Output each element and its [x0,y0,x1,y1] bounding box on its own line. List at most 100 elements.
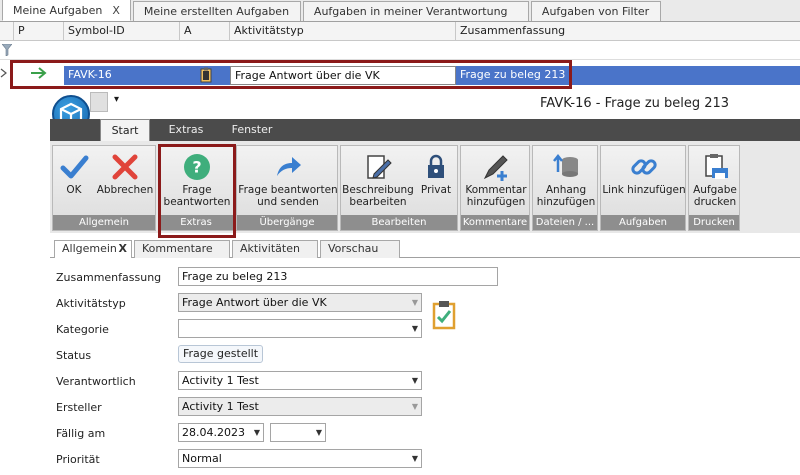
edit-description-button[interactable]: Beschreibung bearbeiten [342,148,414,218]
tab-label: Meine erstellten Aufgaben [143,5,290,18]
chain-link-icon [631,159,657,175]
group-label: Aufgaben [601,215,685,230]
group-label: Dateien / ... [533,215,597,230]
row-indicator-icon [0,66,10,85]
cell-a[interactable] [180,66,230,85]
cell-symbol-id[interactable]: FAVK-16 [64,66,180,85]
chevron-down-icon: ▼ [253,428,260,437]
clipboard-check-icon [432,301,456,330]
due-date-input[interactable]: 28.04.2023 ▼ [178,423,264,442]
tab-label: Aufgaben von Filter [541,5,650,18]
responsible-value: Activity 1 Test [182,374,259,387]
tab-allgemein[interactable]: Allgemein X [54,240,132,259]
column-header-aktivitaetstyp[interactable]: Aktivitätstyp [230,22,456,41]
tab-label: Meine Aufgaben [13,3,103,17]
add-comment-icon [483,155,508,181]
tab-label: Allgemein [62,242,117,255]
quick-access-toolbar: ▾ [90,92,120,114]
activity-type-select[interactable]: Frage Antwort über die VK ▼ [178,293,422,312]
answer-question-label-2: beantworten [163,196,231,208]
grid-header: P Symbol-ID A Aktivitätstyp Zusammenfass… [0,22,800,41]
cell-aktivitaetstyp[interactable]: Frage Antwort über die VK [230,66,456,85]
column-header-symbol-id[interactable]: Symbol-ID [64,22,180,41]
tab-start[interactable]: Start [100,119,150,141]
private-button[interactable]: Privat [415,148,457,218]
chevron-down-icon: ▼ [315,428,322,437]
cell-zusammenfassung[interactable]: Frage zu beleg 213 [456,66,800,85]
close-icon[interactable]: X [119,241,127,257]
tab-vorschau[interactable]: Vorschau [320,240,400,258]
category-select[interactable]: ▼ [178,319,422,338]
add-attachment-label-2: hinzufügen [536,196,596,208]
tab-extras[interactable]: Extras [162,119,210,141]
status-button[interactable]: Frage gestellt [178,345,264,363]
answer-question-label-1: Frage [182,184,212,196]
ribbon-group-kommentare: Kommentar hinzufügen Kommentare [460,145,530,231]
ribbon-group-dateien: Anhang hinzufügen Dateien / ... [532,145,598,231]
add-comment-button[interactable]: Kommentar hinzufügen [462,148,530,218]
tab-aufgaben-von-filter[interactable]: Aufgaben von Filter [530,1,661,21]
due-time-input[interactable]: ▼ [270,423,326,442]
ribbon-group-bearbeiten: Beschreibung bearbeiten Privat Bearbeite… [340,145,458,231]
quick-access-dropdown[interactable]: ▾ [114,94,119,105]
ok-button[interactable]: OK [55,148,93,218]
chevron-down-icon: ▼ [411,298,418,307]
ribbon-tab-bar: Start Extras Fenster [50,119,800,141]
tab-fenster[interactable]: Fenster [226,119,278,141]
group-label: Kommentare [461,215,529,230]
window-title: FAVK-16 - Frage zu beleg 213 [540,96,730,111]
group-label: Bearbeiten [341,215,457,230]
tab-aktivitaeten[interactable]: Aktivitäten [232,240,318,258]
tab-label: Aufgaben in meiner Verantwortung [313,5,508,18]
column-header-a[interactable]: A [180,22,230,41]
chevron-down-icon: ▼ [411,402,418,411]
answer-question-button[interactable]: ? Frage beantworten [161,148,233,218]
column-header-p[interactable]: P [14,22,64,41]
private-label: Privat [420,184,452,196]
category-label: Kategorie [56,323,109,336]
tab-meine-aufgaben[interactable]: Meine Aufgaben X [2,0,131,21]
question-circle-icon: ? [184,154,210,180]
status-label: Status [56,349,92,362]
responsible-select[interactable]: Activity 1 Test ▼ [178,371,422,390]
cross-icon [112,154,138,180]
responsible-label: Verantwortlich [56,375,136,388]
add-link-button[interactable]: Link hinzufügen [602,148,686,218]
column-indicator [0,22,14,41]
activity-type-label: Aktivitätstyp [56,297,126,310]
priority-arrow-icon [30,66,50,85]
print-task-button[interactable]: Aufgabe drucken [690,148,740,218]
priority-label: Priorität [56,453,100,466]
tab-kommentare[interactable]: Kommentare [134,240,230,258]
lock-icon [428,154,444,178]
tab-meine-erstellten-aufgaben[interactable]: Meine erstellten Aufgaben [132,1,301,21]
table-row[interactable]: FAVK-16 Frage Antwort über die VK Frage … [0,63,800,87]
cancel-button[interactable]: Abbrechen [95,148,155,218]
group-label: Drucken [689,215,739,230]
grid-filter-row[interactable] [0,41,800,60]
edit-document-icon [367,155,392,179]
close-icon[interactable]: X [112,4,120,17]
database-attach-icon [553,153,578,177]
group-label: Übergänge [237,215,337,230]
quick-access-button[interactable] [90,92,108,112]
add-comment-label-2: hinzufügen [466,196,526,208]
clipboard-icon [200,67,212,83]
creator-label: Ersteller [56,401,102,414]
print-clipboard-icon [705,154,728,179]
tab-aufgaben-verantwortung[interactable]: Aufgaben in meiner Verantwortung [302,1,529,21]
add-attachment-button[interactable]: Anhang hinzufügen [534,148,598,218]
ribbon-group-drucken: Aufgabe drucken Drucken [688,145,740,231]
creator-select[interactable]: Activity 1 Test ▼ [178,397,422,416]
checkmark-icon [60,155,89,179]
column-header-zusammenfassung[interactable]: Zusammenfassung [456,22,800,41]
priority-select[interactable]: Normal ▼ [178,449,422,468]
chevron-down-icon: ▼ [411,324,418,333]
svg-text:?: ? [192,158,201,177]
chevron-down-icon: ▼ [411,454,418,463]
answer-send-label-2: und senden [257,196,319,208]
top-tab-strip: Meine Aufgaben X Meine erstellten Aufgab… [0,0,800,22]
summary-input[interactable]: Frage zu beleg 213 [178,267,498,286]
filter-icon[interactable] [2,44,12,56]
answer-and-send-button[interactable]: Frage beantworten und senden [238,148,338,218]
